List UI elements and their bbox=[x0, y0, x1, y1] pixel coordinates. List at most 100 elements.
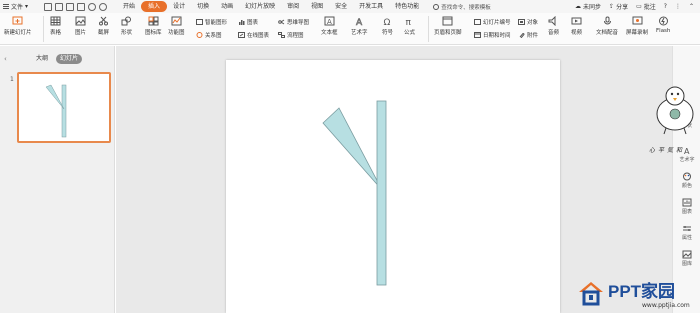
screenshot-button[interactable]: 截屏 bbox=[98, 16, 109, 36]
tab-design[interactable]: 设计 bbox=[167, 1, 191, 12]
art-text-icon: A bbox=[355, 18, 363, 26]
calendar-icon bbox=[474, 32, 481, 38]
tab-outline[interactable]: 大纲 bbox=[32, 54, 52, 64]
picture-label: 图片 bbox=[75, 30, 87, 36]
more-icon[interactable]: ⋮ bbox=[675, 3, 681, 10]
undo-icon[interactable] bbox=[88, 2, 97, 11]
picture-button[interactable]: 图片 bbox=[75, 16, 86, 36]
svg-text:π: π bbox=[406, 18, 412, 26]
sidebar-item-gallery[interactable]: 图库 bbox=[673, 250, 700, 267]
microphone-icon bbox=[603, 16, 611, 25]
chart-button[interactable]: 图表 bbox=[238, 18, 258, 26]
tab-developer[interactable]: 开发工具 bbox=[353, 1, 389, 12]
header-footer-button[interactable]: 页眉和页脚 bbox=[434, 16, 462, 36]
command-search[interactable]: 查找命令、搜索模板 bbox=[433, 3, 491, 11]
slide-thumbnail[interactable] bbox=[17, 72, 111, 143]
sync-status[interactable]: ☁ 未同步 bbox=[575, 2, 601, 11]
paperclip-icon bbox=[519, 32, 525, 38]
screen-record-button[interactable]: 屏幕录制 bbox=[626, 16, 648, 36]
flowchart-button[interactable]: 流程图 bbox=[278, 31, 304, 39]
online-chart-button[interactable]: 在线图表 bbox=[238, 31, 269, 39]
textbox-button[interactable]: A 文本框 bbox=[321, 16, 338, 36]
tab-review[interactable]: 审阅 bbox=[281, 1, 305, 12]
sync-status-label: 未同步 bbox=[583, 4, 602, 11]
smart-graphic-label: 智能图形 bbox=[205, 20, 228, 26]
slide[interactable] bbox=[226, 60, 560, 313]
collapse-ribbon-icon[interactable]: ⌃ bbox=[689, 3, 694, 10]
site-logo: PPT家园 www.pptjia.com bbox=[577, 280, 690, 309]
new-slide-label: 新建幻灯片 bbox=[4, 30, 32, 36]
symbol-button[interactable]: Ω 符号 bbox=[382, 16, 393, 36]
smart-graphic-button[interactable]: 智能图形 bbox=[196, 18, 227, 26]
relation-chart-button[interactable]: 关系图 bbox=[196, 31, 222, 39]
attachment-button[interactable]: 附件 bbox=[518, 31, 538, 39]
scissors-icon bbox=[99, 16, 108, 26]
save-icon[interactable] bbox=[44, 2, 53, 11]
mind-map-button[interactable]: 思维导图 bbox=[278, 18, 309, 26]
tab-insert[interactable]: 插入 bbox=[141, 1, 168, 12]
triangle-shape bbox=[322, 107, 383, 191]
sidebar-item-properties[interactable]: 属性 bbox=[673, 224, 700, 241]
share-label: 分享 bbox=[616, 4, 629, 11]
slide-number-label: 幻灯片编号 bbox=[483, 20, 511, 26]
collapse-panel-icon[interactable]: ‹ bbox=[4, 55, 7, 63]
tab-special-features[interactable]: 特色功能 bbox=[389, 1, 425, 12]
sidebar-item-color[interactable]: 颜色 bbox=[673, 172, 700, 189]
icon-library-label: 图标库 bbox=[145, 30, 162, 36]
tab-animations[interactable]: 动画 bbox=[215, 1, 239, 12]
tab-slides[interactable]: 幻灯片 bbox=[56, 54, 83, 64]
tab-slideshow[interactable]: 幻灯片放映 bbox=[239, 1, 281, 12]
chart-label: 图表 bbox=[247, 20, 259, 26]
print-preview-icon[interactable] bbox=[77, 2, 86, 11]
help-icon[interactable]: ? bbox=[664, 3, 667, 10]
print-icon[interactable] bbox=[66, 2, 75, 11]
rectangle-shape bbox=[376, 100, 387, 286]
function-chart-button[interactable]: 功能图 bbox=[168, 16, 185, 36]
quick-access-toolbar bbox=[32, 2, 108, 11]
chart-icon bbox=[682, 198, 692, 207]
flash-button[interactable]: Flash bbox=[656, 16, 670, 34]
flash-label: Flash bbox=[656, 28, 671, 34]
formula-button[interactable]: π 公式 bbox=[404, 16, 415, 36]
smart-graphic-icon bbox=[196, 19, 203, 25]
tab-home[interactable]: 开始 bbox=[117, 1, 141, 12]
tab-view[interactable]: 视图 bbox=[305, 1, 329, 12]
mind-map-icon bbox=[278, 19, 285, 25]
table-button[interactable]: 表格 bbox=[50, 16, 61, 36]
file-menu[interactable]: 文件 ▾ bbox=[0, 0, 32, 13]
divider bbox=[43, 16, 44, 42]
sidebar-item-label: 艺术字 bbox=[679, 157, 695, 163]
shape-icon bbox=[121, 16, 131, 26]
video-icon bbox=[571, 17, 582, 25]
redo-icon[interactable] bbox=[99, 2, 108, 11]
tab-transitions[interactable]: 切换 bbox=[191, 1, 215, 12]
comment-button[interactable]: ▭ 批注 bbox=[636, 2, 656, 11]
hamburger-icon bbox=[3, 4, 9, 9]
tab-security[interactable]: 安全 bbox=[329, 1, 353, 12]
svg-text:A: A bbox=[356, 18, 363, 26]
symbol-label: 符号 bbox=[382, 30, 394, 36]
slide-number-button[interactable]: 幻灯片编号 bbox=[474, 18, 511, 26]
art-text-button[interactable]: A 艺术字 bbox=[351, 16, 368, 36]
slide-panel: ‹ 大纲 幻灯片 1 bbox=[0, 46, 115, 313]
sidebar-item-chart[interactable]: 图表 bbox=[673, 198, 700, 215]
flowchart-icon bbox=[278, 32, 285, 38]
date-time-button[interactable]: 日期和时间 bbox=[474, 31, 511, 39]
ribbon-toolbar: 新建幻灯片 表格 图片 截屏 形状 图标库 功能图 智能图形 关系图 图表 在线… bbox=[0, 13, 700, 45]
video-button[interactable]: 视频 bbox=[571, 16, 582, 36]
object-icon bbox=[518, 19, 525, 25]
flash-icon bbox=[658, 16, 668, 26]
new-slide-button[interactable]: 新建幻灯片 bbox=[4, 16, 32, 36]
mind-map-label: 思维导图 bbox=[287, 20, 310, 26]
file-menu-label: 文件 bbox=[11, 4, 24, 11]
picture-icon bbox=[75, 16, 86, 26]
function-chart-label: 功能图 bbox=[168, 30, 185, 36]
share-button[interactable]: ⇪ 分享 bbox=[609, 2, 628, 11]
audio-button[interactable]: 音频 bbox=[548, 16, 559, 36]
cloud-icon: ☁ bbox=[575, 3, 582, 10]
doc-dub-button[interactable]: 文档配音 bbox=[596, 16, 618, 36]
export-pdf-icon[interactable] bbox=[55, 2, 64, 11]
icon-library-button[interactable]: 图标库 bbox=[145, 16, 162, 36]
object-button[interactable]: 对象 bbox=[518, 18, 538, 26]
shape-button[interactable]: 形状 bbox=[121, 16, 132, 36]
